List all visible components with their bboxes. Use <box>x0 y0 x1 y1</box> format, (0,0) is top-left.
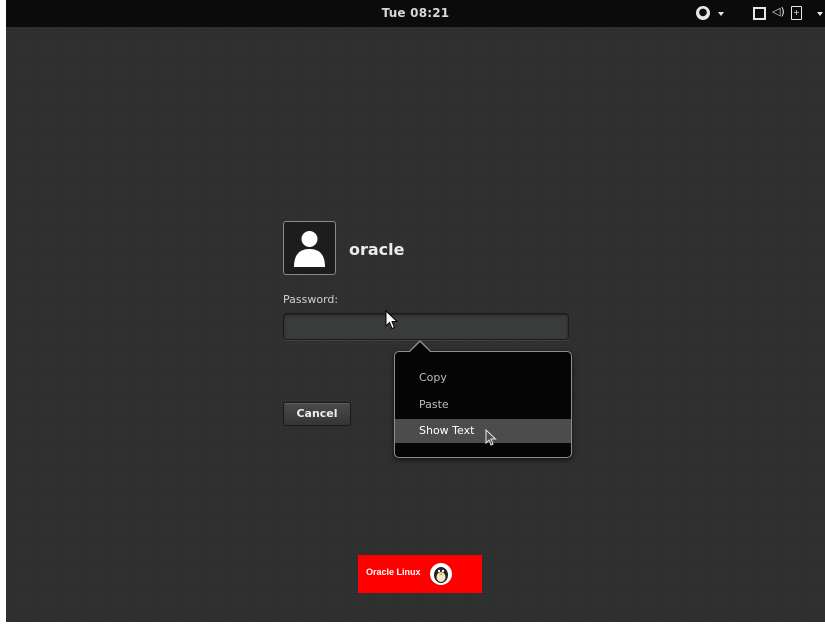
menu-item-copy[interactable]: Copy <box>395 366 571 390</box>
accessibility-icon[interactable]: ● <box>696 6 710 20</box>
password-input[interactable] <box>283 313 569 340</box>
window-icon[interactable] <box>753 7 766 20</box>
oracle-linux-logo: Oracle Linux <box>358 555 482 593</box>
tux-mascot-icon <box>430 563 452 585</box>
top-bar: Tue 08:21 ● ◁) + <box>6 0 825 27</box>
mouse-cursor-icon <box>385 310 399 330</box>
logo-text: Oracle Linux <box>366 567 421 577</box>
context-menu: Copy Paste Show Text <box>394 351 572 458</box>
password-label: Password: <box>283 293 339 306</box>
accessibility-menu-chevron-icon[interactable] <box>718 12 724 16</box>
username-label: oracle <box>349 240 405 259</box>
pointer-cursor-icon <box>485 429 497 446</box>
battery-icon[interactable]: + <box>791 6 802 20</box>
system-menu-chevron-icon[interactable] <box>817 12 823 16</box>
menu-item-paste[interactable]: Paste <box>395 393 571 417</box>
cancel-button[interactable]: Cancel <box>283 402 351 426</box>
context-menu-pointer-fill <box>410 342 430 352</box>
volume-icon[interactable]: ◁) <box>772 5 785 21</box>
user-avatar-icon <box>294 231 325 267</box>
menu-item-show-text[interactable]: Show Text <box>395 419 571 443</box>
avatar <box>283 221 336 275</box>
login-screen: Tue 08:21 ● ◁) + oracle Password: Cancel… <box>6 0 825 622</box>
